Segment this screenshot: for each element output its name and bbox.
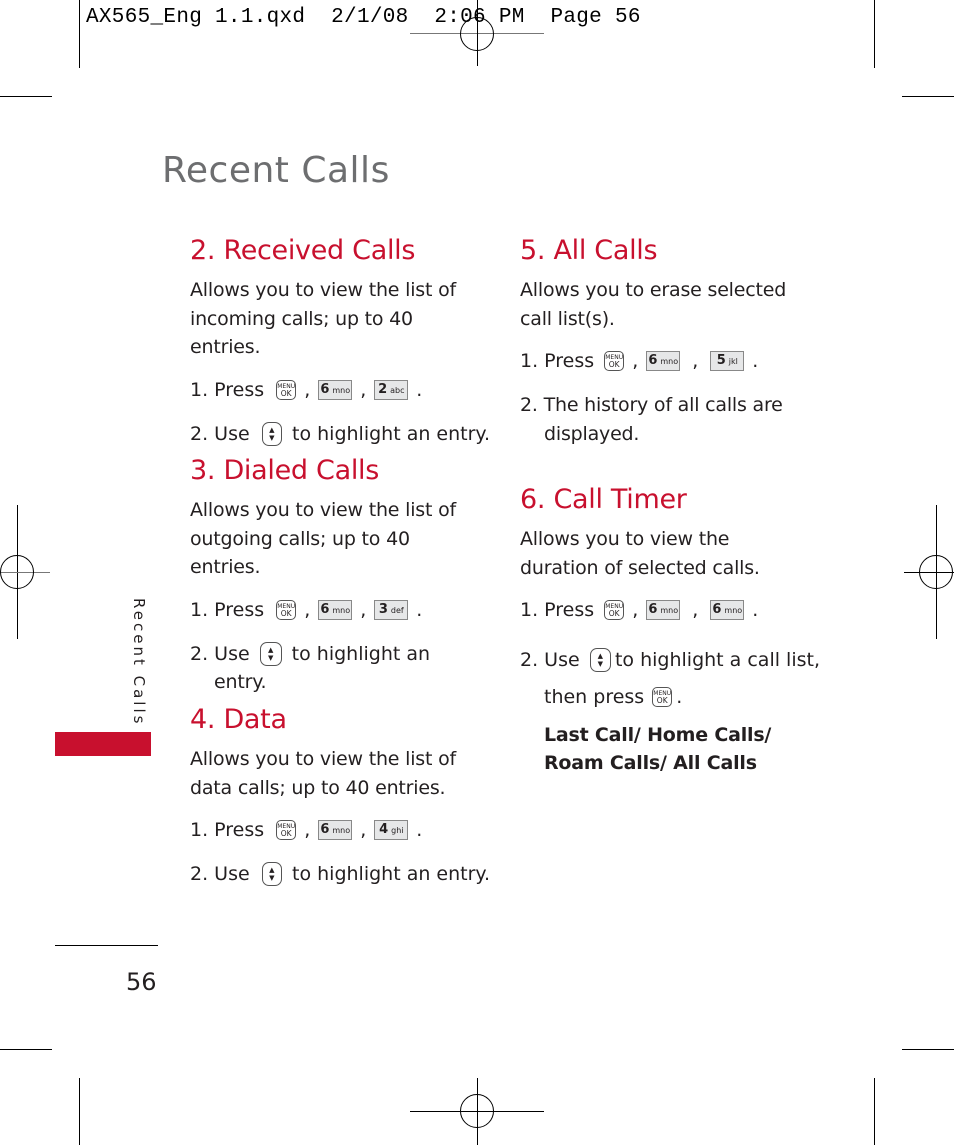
section-description: Allows you to erase selected call list(s… xyxy=(520,279,787,330)
menu-ok-key-icon: MENU OK xyxy=(604,600,625,620)
registration-circle xyxy=(460,17,494,51)
section-all-calls: 5. All Calls Allows you to erase selecte… xyxy=(520,234,820,448)
page-number: 56 xyxy=(126,968,157,996)
crop-mark xyxy=(902,96,954,97)
step-1: 1. Press MENU OK , 6 mno , 6 mno . xyxy=(520,599,759,621)
nav-key-icon: ▲ ▼ xyxy=(589,648,611,672)
section-description: Allows you to view the duration of selec… xyxy=(520,528,760,579)
crop-mark xyxy=(0,96,52,97)
crop-mark xyxy=(79,1078,80,1145)
section-heading: 2. Received Calls xyxy=(190,235,416,266)
menu-ok-key-icon: MENU OK xyxy=(276,599,297,620)
footer-rule xyxy=(55,945,158,946)
registration-circle xyxy=(460,1094,494,1128)
key-5-icon: 5 jkl xyxy=(710,351,745,371)
key-6-icon: 6 mno xyxy=(646,351,681,371)
step-2-continued: displayed. xyxy=(544,422,640,445)
menu-ok-key-icon: MENU OK xyxy=(652,687,673,707)
step-2: 2. The history of all calls are xyxy=(520,394,783,416)
step-1: 1. Press MENU OK , 6 mno , 5 jkl . xyxy=(520,350,759,372)
page-title: Recent Calls xyxy=(162,150,390,191)
print-slug: AX565_Eng 1.1.qxd 2/1/08 2:06 PM Page 56 xyxy=(86,6,641,29)
key-3-icon: 3 def xyxy=(374,599,409,620)
menu-ok-key-icon: MENU OK xyxy=(276,820,297,840)
key-6-icon: 6 mno xyxy=(318,379,353,400)
nav-key-icon: ▲ ▼ xyxy=(261,421,283,446)
section-heading: 4. Data xyxy=(190,704,287,735)
step-2-continued: then press MENU OK . xyxy=(544,686,683,708)
step-1: 1. Press MENU OK , 6 mno , 3 def . xyxy=(190,598,423,621)
nav-key-icon: ▲ ▼ xyxy=(259,641,282,666)
call-timer-options: Last Call/ Home Calls/ Roam Calls/ All C… xyxy=(544,724,772,774)
side-tab-bar xyxy=(55,732,151,756)
registration-circle xyxy=(919,555,953,589)
registration-circle xyxy=(0,555,34,589)
section-heading: 5. All Calls xyxy=(520,235,658,266)
section-data: 4. Data Allows you to view the list of d… xyxy=(190,703,490,888)
section-description: Allows you to view the list of incoming … xyxy=(190,279,456,358)
menu-ok-key-icon: MENU OK xyxy=(604,351,625,371)
section-dialed-calls: 3. Dialed Calls Allows you to view the l… xyxy=(190,454,490,696)
section-description: Allows you to view the list of data call… xyxy=(190,748,456,799)
crop-mark xyxy=(874,1078,875,1145)
section-description: Allows you to view the list of outgoing … xyxy=(190,499,456,578)
section-received-calls: 2. Received Calls Allows you to view the… xyxy=(190,234,490,448)
step-2: 2. Use ▲ ▼ to highlight an entry. xyxy=(190,862,490,886)
crop-mark xyxy=(902,1049,954,1050)
side-tab-label: Recent Calls xyxy=(130,598,148,727)
section-heading: 6. Call Timer xyxy=(520,484,687,515)
menu-ok-key-icon: MENU OK xyxy=(276,379,297,400)
key-6-icon: 6 mno xyxy=(646,600,681,620)
step-1: 1. Press MENU OK , 6 mno , 2 abc . xyxy=(190,378,423,401)
step-2: 2. Use ▲ ▼ to highlight an entry. xyxy=(190,421,490,446)
crop-mark xyxy=(874,0,875,68)
section-call-timer: 6. Call Timer Allows you to view the dur… xyxy=(520,483,820,777)
key-4-icon: 4 ghi xyxy=(374,820,409,840)
step-1: 1. Press MENU OK , 6 mno , 4 ghi . xyxy=(190,819,423,841)
section-heading: 3. Dialed Calls xyxy=(190,455,379,486)
step-2: 2. Use ▲ ▼ to highlight an xyxy=(190,641,431,666)
key-6-icon: 6 mno xyxy=(710,600,745,620)
step-2: 2. Use ▲ ▼ to highlight a call list, xyxy=(520,648,820,672)
crop-mark xyxy=(79,0,80,68)
crop-mark xyxy=(0,1049,52,1050)
nav-key-icon: ▲ ▼ xyxy=(261,862,283,886)
key-2-icon: 2 abc xyxy=(374,379,409,400)
key-6-icon: 6 mno xyxy=(318,820,353,840)
key-6-icon: 6 mno xyxy=(318,599,353,620)
step-2-continued: entry. xyxy=(214,670,267,693)
